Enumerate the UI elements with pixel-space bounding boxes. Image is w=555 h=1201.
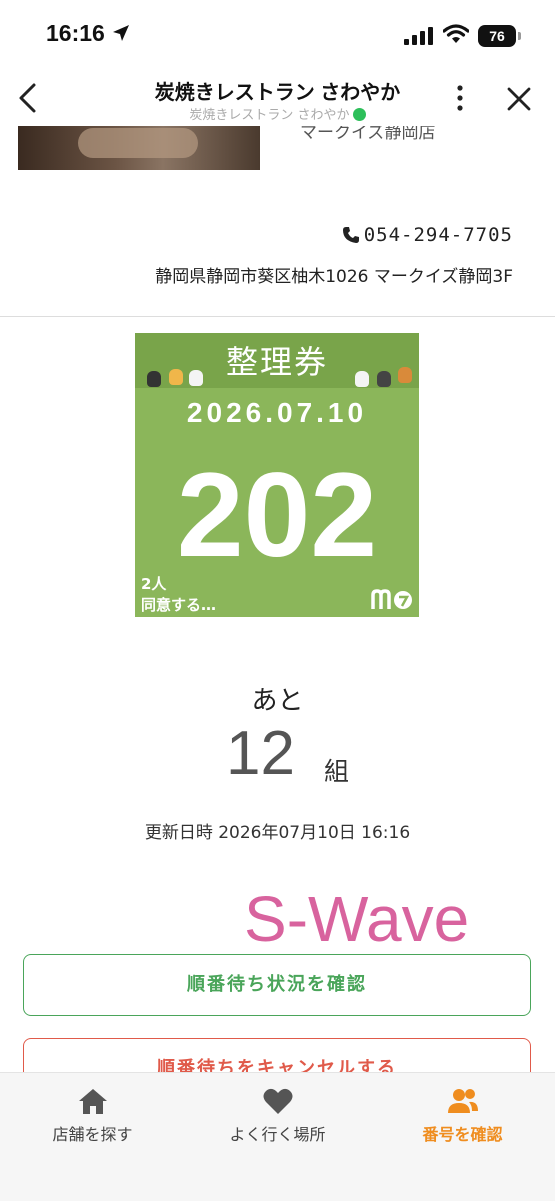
phone-icon xyxy=(342,227,359,243)
photo-detail xyxy=(78,128,198,158)
location-arrow-icon xyxy=(112,24,130,46)
verified-badge-icon xyxy=(352,108,366,121)
page-subtitle: 炭焼きレストラン さわやか xyxy=(120,104,435,123)
updated-timestamp: 更新日時 2026年07月10日 16:16 xyxy=(144,823,411,843)
remaining-unit: 組 xyxy=(324,757,350,786)
status-time: 16:16 xyxy=(46,20,105,46)
wifi-icon xyxy=(442,24,470,48)
signal-icon xyxy=(404,27,434,49)
navigation-bar: 炭焼きレストラン さわやか 炭焼きレストラン さわやか xyxy=(0,70,555,126)
tab-label: 店舗を探す xyxy=(52,1125,133,1144)
tab-label: よく行く場所 xyxy=(229,1125,326,1144)
ticket-number: 202 xyxy=(176,448,378,582)
close-icon[interactable] xyxy=(506,86,532,116)
agreement-note: 同意する… xyxy=(141,596,217,614)
cat-illustration-icon xyxy=(377,371,391,387)
remaining-count: 12 xyxy=(226,719,295,788)
phone-text: 054-294-7705 xyxy=(363,224,513,246)
cat-illustration-icon xyxy=(147,371,161,387)
tab-check-number[interactable]: 番号を確認 xyxy=(370,1087,555,1145)
more-menu-icon[interactable] xyxy=(454,84,466,116)
store-address: 静岡県静岡市葵区柚木1026 マークイズ静岡3F xyxy=(155,267,513,287)
queue-ticket: 整理券 2026.07.10 202 2人 同意する… xyxy=(135,333,419,617)
tab-bar: 店舗を探す よく行く場所 番号を確認 xyxy=(0,1072,555,1201)
check-status-button[interactable]: 順番待ち状況を確認 xyxy=(23,954,531,1016)
subtitle-text: 炭焼きレストラン さわやか xyxy=(189,108,350,123)
back-arrow-icon[interactable] xyxy=(16,82,40,118)
service-logo-icon xyxy=(371,589,412,609)
cat-illustration-icon xyxy=(189,370,203,386)
remaining-label: あと xyxy=(251,686,304,716)
tab-favorites[interactable]: よく行く場所 xyxy=(185,1087,370,1145)
page-title: 炭焼きレストラン さわやか xyxy=(154,82,401,104)
check-status-label: 順番待ち状況を確認 xyxy=(187,974,367,995)
tab-label: 番号を確認 xyxy=(422,1125,503,1144)
phone-number[interactable]: 054-294-7705 xyxy=(342,224,513,246)
people-icon xyxy=(370,1087,555,1117)
home-icon xyxy=(0,1087,185,1117)
divider xyxy=(0,316,555,317)
brand-watermark: S-Wave xyxy=(244,883,470,955)
status-bar: 16:16 76 xyxy=(0,0,555,70)
cat-illustration-icon xyxy=(398,367,412,383)
heart-icon xyxy=(185,1087,370,1117)
tab-find-store[interactable]: 店舗を探す xyxy=(0,1087,185,1145)
battery-indicator: 76 xyxy=(478,25,516,47)
cat-illustration-icon xyxy=(169,369,183,385)
party-size: 2人 xyxy=(141,575,167,593)
battery-tip xyxy=(518,32,521,40)
ticket-date: 2026.07.10 xyxy=(186,397,368,428)
cat-illustration-icon xyxy=(355,371,369,387)
